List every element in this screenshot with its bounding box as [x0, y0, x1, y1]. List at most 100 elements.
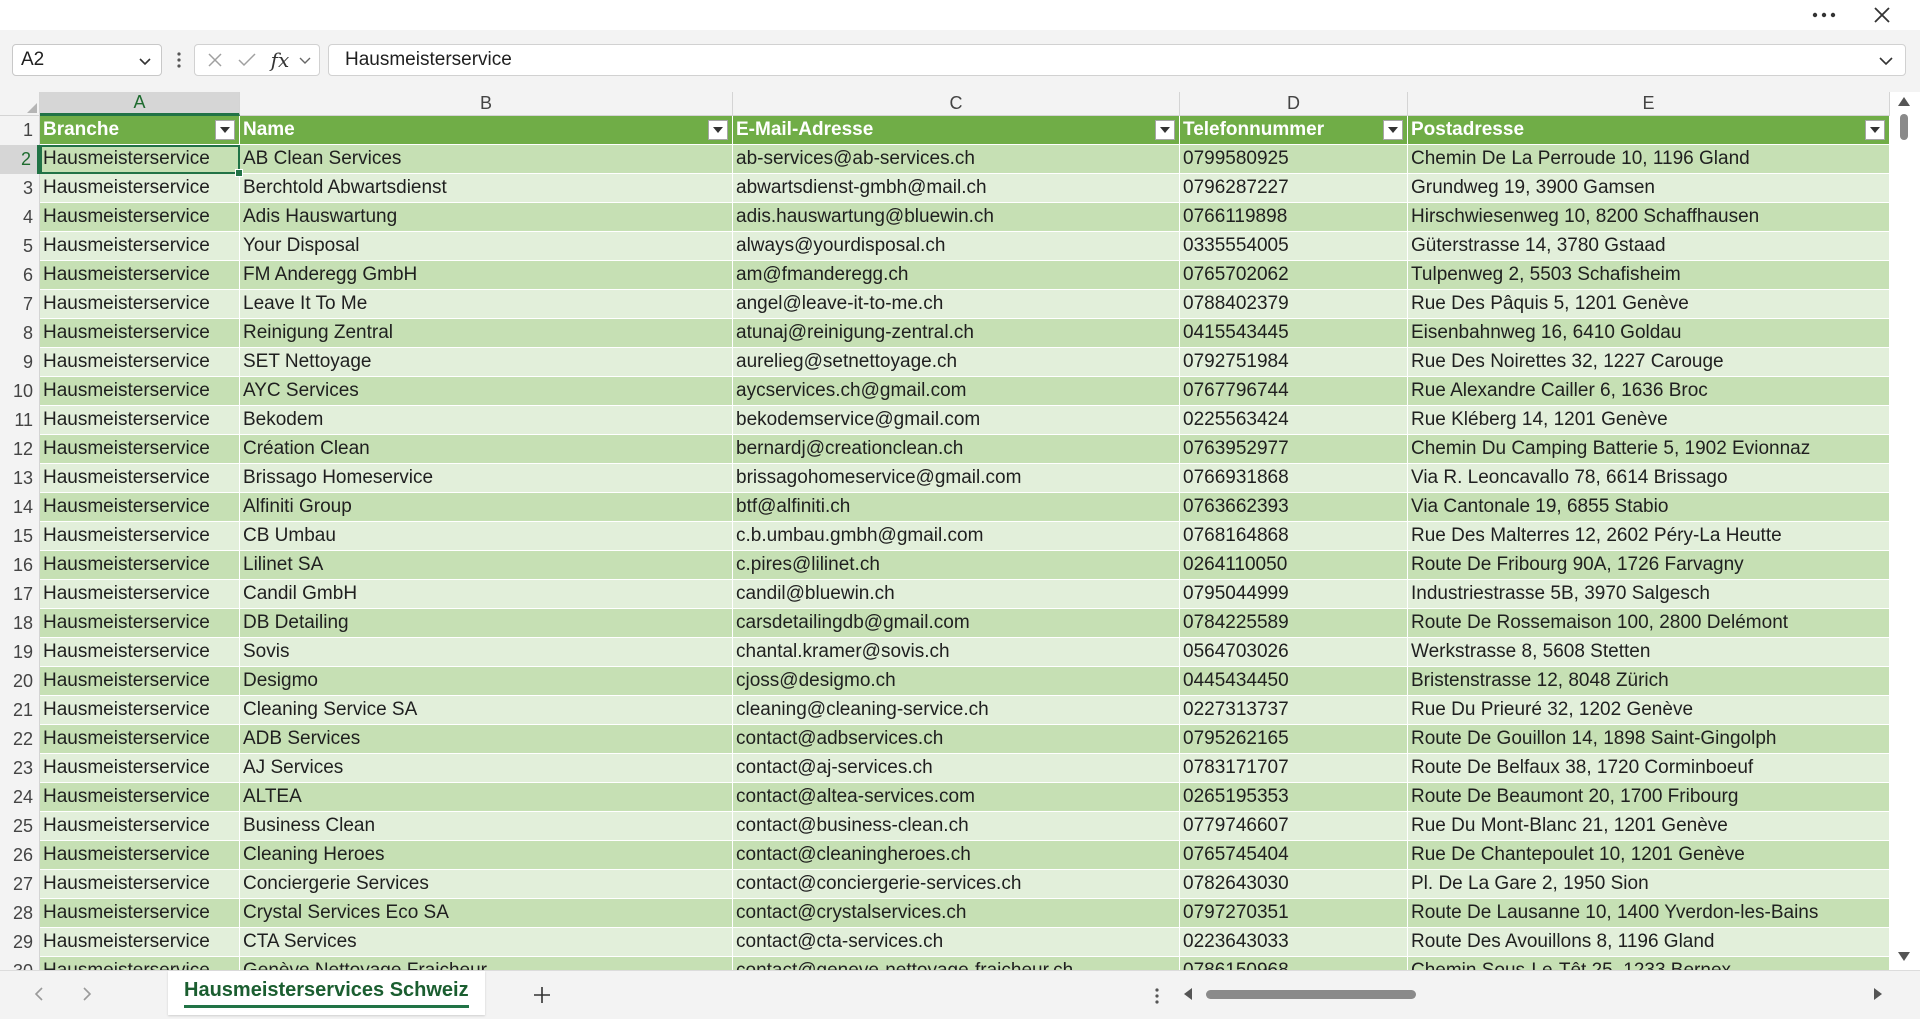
- table-cell[interactable]: Genève Nettoyage Fraicheur: [240, 957, 733, 970]
- cancel-icon[interactable]: [201, 45, 229, 75]
- row-header-19[interactable]: 19: [0, 638, 40, 667]
- table-header-cell[interactable]: E-Mail-Adresse: [733, 116, 1180, 145]
- row-header-6[interactable]: 6: [0, 261, 40, 290]
- table-cell[interactable]: 0788402379: [1180, 290, 1408, 319]
- table-header-cell[interactable]: Name: [240, 116, 733, 145]
- sheet-tab-hausmeisterservices-schweiz[interactable]: Hausmeisterservices Schweiz: [168, 971, 485, 1015]
- table-cell[interactable]: Hausmeisterservice: [40, 464, 240, 493]
- table-cell[interactable]: Lilinet SA: [240, 551, 733, 580]
- column-header-b[interactable]: B: [240, 92, 733, 116]
- table-cell[interactable]: Berchtold Abwartsdienst: [240, 174, 733, 203]
- chevron-down-icon[interactable]: [295, 45, 315, 75]
- row-header-23[interactable]: 23: [0, 754, 40, 783]
- table-cell[interactable]: Hausmeisterservice: [40, 348, 240, 377]
- table-cell[interactable]: Hausmeisterservice: [40, 232, 240, 261]
- table-cell[interactable]: Chemin Sous-Le-Têt 25, 1233 Bernex: [1408, 957, 1890, 970]
- table-cell[interactable]: contact@conciergerie-services.ch: [733, 870, 1180, 899]
- table-cell[interactable]: 0227313737: [1180, 696, 1408, 725]
- table-cell[interactable]: Alfiniti Group: [240, 493, 733, 522]
- table-cell[interactable]: contact@business-clean.ch: [733, 812, 1180, 841]
- table-cell[interactable]: Hausmeisterservice: [40, 203, 240, 232]
- table-cell[interactable]: Grundweg 19, 3900 Gamsen: [1408, 174, 1890, 203]
- table-cell[interactable]: candil@bluewin.ch: [733, 580, 1180, 609]
- row-header-22[interactable]: 22: [0, 725, 40, 754]
- table-cell[interactable]: Chemin De La Perroude 10, 1196 Gland: [1408, 145, 1890, 174]
- table-cell[interactable]: Your Disposal: [240, 232, 733, 261]
- row-header-3[interactable]: 3: [0, 174, 40, 203]
- table-cell[interactable]: Hausmeisterservice: [40, 725, 240, 754]
- table-cell[interactable]: 0763952977: [1180, 435, 1408, 464]
- table-cell[interactable]: Hirschwiesenweg 10, 8200 Schaffhausen: [1408, 203, 1890, 232]
- table-cell[interactable]: 0783171707: [1180, 754, 1408, 783]
- table-cell[interactable]: contact@crystalservices.ch: [733, 899, 1180, 928]
- table-cell[interactable]: Güterstrasse 14, 3780 Gstaad: [1408, 232, 1890, 261]
- expand-formula-bar-icon[interactable]: [1877, 52, 1895, 76]
- table-cell[interactable]: Hausmeisterservice: [40, 841, 240, 870]
- table-cell[interactable]: 0564703026: [1180, 638, 1408, 667]
- table-header-cell[interactable]: Branche: [40, 116, 240, 145]
- table-cell[interactable]: c.b.umbau.gmbh@gmail.com: [733, 522, 1180, 551]
- table-cell[interactable]: Bristenstrasse 12, 8048 Zürich: [1408, 667, 1890, 696]
- table-cell[interactable]: FM Anderegg GmbH: [240, 261, 733, 290]
- table-cell[interactable]: Rue Du Prieuré 32, 1202 Genève: [1408, 696, 1890, 725]
- table-cell[interactable]: Hausmeisterservice: [40, 493, 240, 522]
- row-header-27[interactable]: 27: [0, 870, 40, 899]
- table-cell[interactable]: Hausmeisterservice: [40, 319, 240, 348]
- table-cell[interactable]: Desigmo: [240, 667, 733, 696]
- table-cell[interactable]: Cleaning Heroes: [240, 841, 733, 870]
- table-cell[interactable]: 0264110050: [1180, 551, 1408, 580]
- check-icon[interactable]: [233, 45, 261, 75]
- filter-dropdown-icon[interactable]: [1383, 120, 1403, 140]
- table-cell[interactable]: Eisenbahnweg 16, 6410 Goldau: [1408, 319, 1890, 348]
- table-cell[interactable]: aurelieg@setnettoyage.ch: [733, 348, 1180, 377]
- table-cell[interactable]: 0765702062: [1180, 261, 1408, 290]
- table-cell[interactable]: cjoss@desigmo.ch: [733, 667, 1180, 696]
- row-header-13[interactable]: 13: [0, 464, 40, 493]
- row-header-9[interactable]: 9: [0, 348, 40, 377]
- select-all-corner[interactable]: [0, 92, 40, 116]
- table-cell[interactable]: 0795044999: [1180, 580, 1408, 609]
- worksheet-grid[interactable]: ABCDE 1 2 3 4 5 6 7 8 9 10 11 12 13 14 15 16 17 18 19 20 21 2…: [0, 92, 1890, 970]
- table-cell[interactable]: contact@cta-services.ch: [733, 928, 1180, 957]
- filter-dropdown-icon[interactable]: [1155, 120, 1175, 140]
- table-cell[interactable]: 0796287227: [1180, 174, 1408, 203]
- table-cell[interactable]: Création Clean: [240, 435, 733, 464]
- table-cell[interactable]: 0786150968: [1180, 957, 1408, 970]
- table-header-cell[interactable]: Postadresse: [1408, 116, 1890, 145]
- table-cell[interactable]: Hausmeisterservice: [40, 870, 240, 899]
- vertical-scrollbar[interactable]: [1890, 92, 1920, 970]
- row-header-11[interactable]: 11: [0, 406, 40, 435]
- table-cell[interactable]: 0225563424: [1180, 406, 1408, 435]
- row-header-20[interactable]: 20: [0, 667, 40, 696]
- horizontal-scroll-thumb[interactable]: [1206, 990, 1416, 999]
- table-cell[interactable]: Business Clean: [240, 812, 733, 841]
- table-header-cell[interactable]: Telefonnummer: [1180, 116, 1408, 145]
- table-cell[interactable]: Hausmeisterservice: [40, 522, 240, 551]
- table-cell[interactable]: atunaj@reinigung-zentral.ch: [733, 319, 1180, 348]
- column-header-c[interactable]: C: [733, 92, 1180, 116]
- table-cell[interactable]: Hausmeisterservice: [40, 609, 240, 638]
- table-cell[interactable]: Industriestrasse 5B, 3970 Salgesch: [1408, 580, 1890, 609]
- table-cell[interactable]: carsdetailingdb@gmail.com: [733, 609, 1180, 638]
- table-cell[interactable]: Rue Des Malterres 12, 2602 Péry-La Heutt…: [1408, 522, 1890, 551]
- table-cell[interactable]: AJ Services: [240, 754, 733, 783]
- table-cell[interactable]: contact@aj-services.ch: [733, 754, 1180, 783]
- table-cell[interactable]: cleaning@cleaning-service.ch: [733, 696, 1180, 725]
- table-cell[interactable]: Chemin Du Camping Batterie 5, 1902 Evion…: [1408, 435, 1890, 464]
- row-header-15[interactable]: 15: [0, 522, 40, 551]
- table-cell[interactable]: Leave It To Me: [240, 290, 733, 319]
- row-header-12[interactable]: 12: [0, 435, 40, 464]
- table-cell[interactable]: ADB Services: [240, 725, 733, 754]
- table-cell[interactable]: 0797270351: [1180, 899, 1408, 928]
- table-cell[interactable]: contact@altea-services.com: [733, 783, 1180, 812]
- table-cell[interactable]: 0763662393: [1180, 493, 1408, 522]
- table-cell[interactable]: Brissago Homeservice: [240, 464, 733, 493]
- table-cell[interactable]: AB Clean Services: [240, 145, 733, 174]
- column-header-e[interactable]: E: [1408, 92, 1890, 116]
- filter-dropdown-icon[interactable]: [215, 120, 235, 140]
- row-header-28[interactable]: 28: [0, 899, 40, 928]
- horizontal-scrollbar[interactable]: [1180, 981, 1890, 1007]
- table-cell[interactable]: CTA Services: [240, 928, 733, 957]
- table-cell[interactable]: 0223643033: [1180, 928, 1408, 957]
- table-cell[interactable]: 0335554005: [1180, 232, 1408, 261]
